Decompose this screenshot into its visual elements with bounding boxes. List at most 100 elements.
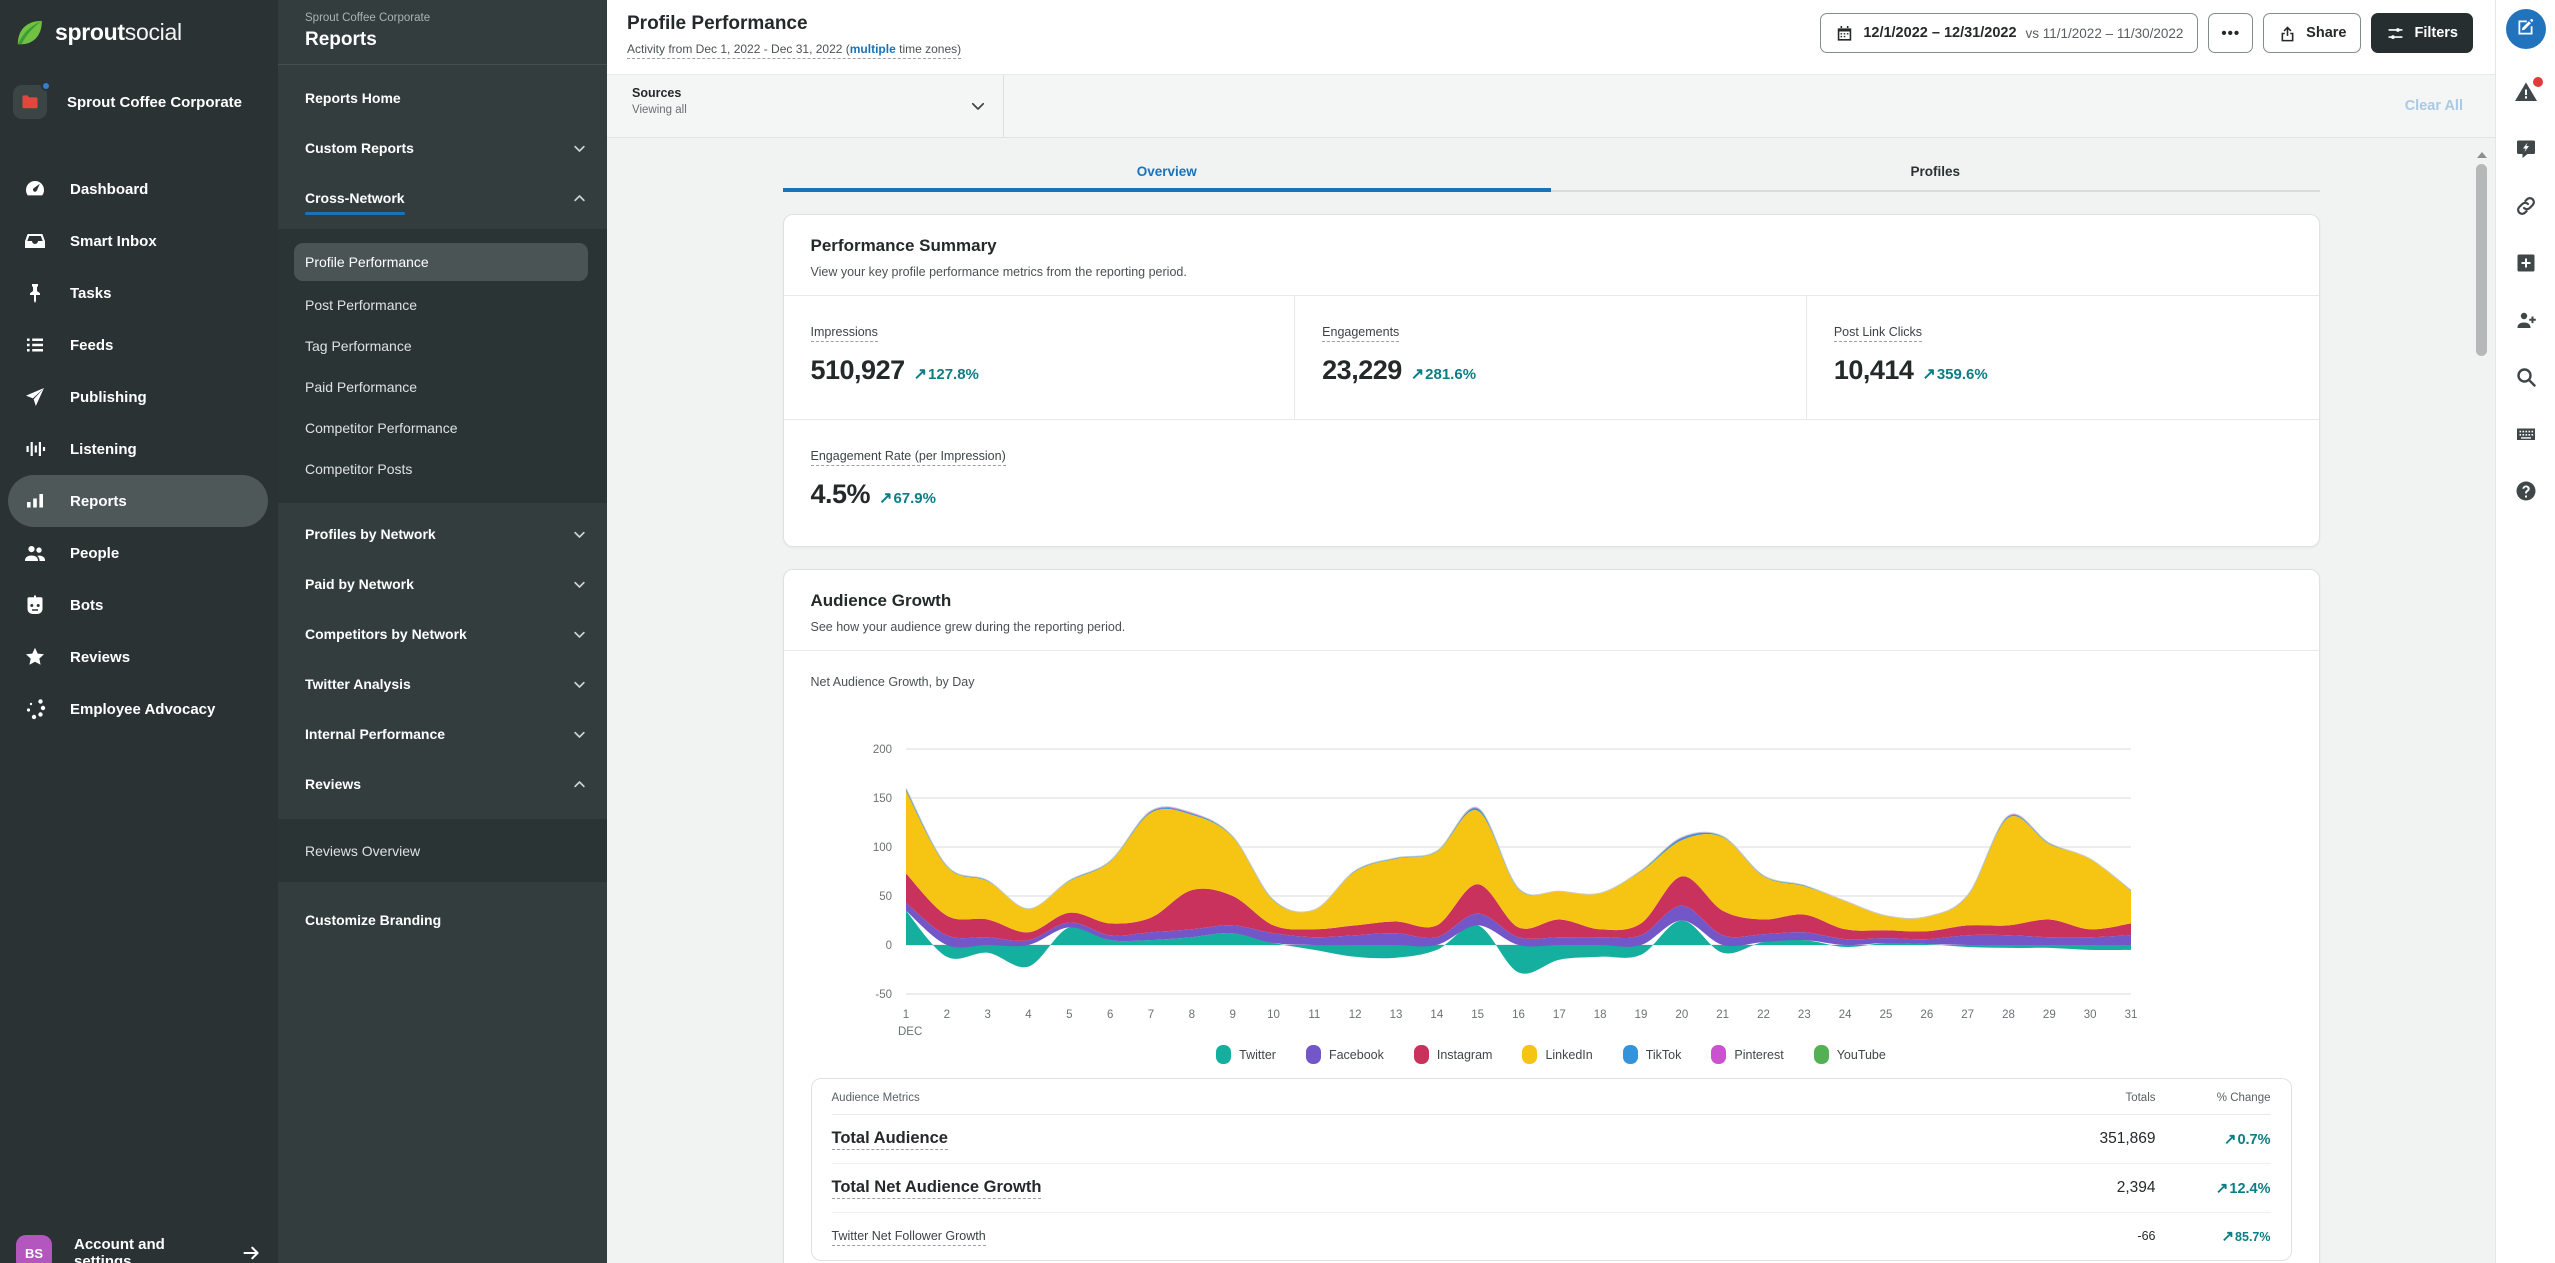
legend-item-tiktok[interactable]: TikTok xyxy=(1623,1045,1682,1064)
legend-label: Facebook xyxy=(1329,1048,1384,1062)
scrollbar-thumb[interactable] xyxy=(2476,164,2487,356)
reports-nav-item-competitor-performance[interactable]: Competitor Performance xyxy=(278,407,607,448)
metric-change-value: 127.8% xyxy=(928,366,979,383)
svg-text:29: 29 xyxy=(2042,1009,2055,1021)
reports-sidebar-header: Sprout Coffee Corporate Reports xyxy=(278,0,607,65)
reports-nav-item-cross-network[interactable]: Cross-Network xyxy=(278,173,607,223)
help-button[interactable] xyxy=(2506,472,2546,512)
row-label[interactable]: Total Net Audience Growth xyxy=(832,1178,1042,1199)
keyboard-shortcuts-button[interactable] xyxy=(2506,415,2546,455)
sidebar-item-bots[interactable]: Bots xyxy=(8,579,268,631)
svg-text:100: 100 xyxy=(872,842,891,854)
row-label[interactable]: Twitter Net Follower Growth xyxy=(832,1229,986,1246)
trend-up-arrow-icon: ↗ xyxy=(914,366,927,383)
sidebar-item-reports[interactable]: Reports xyxy=(8,475,268,527)
multiple-timezones-link[interactable]: multiple xyxy=(850,42,896,56)
legend-item-twitter[interactable]: Twitter xyxy=(1216,1045,1276,1064)
svg-text:10: 10 xyxy=(1267,1009,1280,1021)
legend-item-pinterest[interactable]: Pinterest xyxy=(1711,1045,1783,1064)
metric-label[interactable]: Engagement Rate (per Impression) xyxy=(811,449,1006,466)
sources-filter[interactable]: Sources Viewing all xyxy=(607,75,1004,137)
reports-nav-item-custom-reports[interactable]: Custom Reports xyxy=(278,123,607,173)
row-change-value: 0.7% xyxy=(2237,1132,2270,1148)
account-switcher[interactable]: Sprout Coffee Corporate xyxy=(0,85,278,119)
more-options-button[interactable]: ••• xyxy=(2208,13,2253,53)
sidebar-item-label: Smart Inbox xyxy=(70,233,157,250)
reports-nav-section: Customize Branding xyxy=(278,882,607,1263)
sidebar-item-people[interactable]: People xyxy=(8,527,268,579)
reports-nav-item-competitors-by-network[interactable]: Competitors by Network xyxy=(278,609,607,659)
reports-nav-item-twitter-analysis[interactable]: Twitter Analysis xyxy=(278,659,607,709)
legend-swatch xyxy=(1711,1045,1726,1064)
reports-nav-item-reviews-overview[interactable]: Reviews Overview xyxy=(278,830,607,871)
sidebar-item-feeds[interactable]: Feeds xyxy=(8,319,268,371)
reports-nav-label: Competitors by Network xyxy=(305,626,467,642)
reports-nav-item-post-performance[interactable]: Post Performance xyxy=(278,284,607,325)
sidebar-item-employee-advocacy[interactable]: Employee Advocacy xyxy=(8,683,268,735)
chevron-up xyxy=(572,777,587,792)
metric-label[interactable]: Engagements xyxy=(1322,325,1399,342)
sidebar-item-smart-inbox[interactable]: Smart Inbox xyxy=(8,215,268,267)
metric-engagement-rate-per-impression: Engagement Rate (per Impression)4.5%↗67.… xyxy=(811,447,2292,510)
reports-nav-item-competitor-posts[interactable]: Competitor Posts xyxy=(278,448,607,489)
svg-text:20: 20 xyxy=(1675,1009,1688,1021)
legend-item-facebook[interactable]: Facebook xyxy=(1306,1045,1384,1064)
report-container: OverviewProfiles Performance Summary Vie… xyxy=(783,138,2320,1263)
invite-teammate-button[interactable] xyxy=(2506,301,2546,341)
reports-nav-item-reviews[interactable]: Reviews xyxy=(278,759,607,809)
arrow-right-icon xyxy=(241,1242,262,1263)
reports-nav-label: Paid by Network xyxy=(305,576,414,592)
reports-nav-item-paid-performance[interactable]: Paid Performance xyxy=(278,366,607,407)
reports-nav-item-tag-performance[interactable]: Tag Performance xyxy=(278,325,607,366)
sidebar-item-tasks[interactable]: Tasks xyxy=(8,267,268,319)
sidebar-item-publishing[interactable]: Publishing xyxy=(8,371,268,423)
metric-value-line: 510,927↗127.8% xyxy=(811,355,1268,386)
account-settings[interactable]: BS Account and settings xyxy=(0,1225,278,1263)
alerts-button[interactable] xyxy=(2506,73,2546,113)
reports-nav-item-paid-by-network[interactable]: Paid by Network xyxy=(278,559,607,609)
metric-value-line: 10,414↗359.6% xyxy=(1834,355,2292,386)
compose-button[interactable] xyxy=(2506,9,2546,49)
metric-label[interactable]: Post Link Clicks xyxy=(1834,325,1922,342)
svg-text:2: 2 xyxy=(943,1009,949,1021)
avatar: BS xyxy=(16,1235,52,1263)
legend-swatch xyxy=(1216,1045,1231,1064)
legend-item-linkedin[interactable]: LinkedIn xyxy=(1522,1045,1592,1064)
sidebar-item-listening[interactable]: Listening xyxy=(8,423,268,475)
legend-item-instagram[interactable]: Instagram xyxy=(1414,1045,1493,1064)
date-range-button[interactable]: 12/1/2022 – 12/31/2022 vs 11/1/2022 – 11… xyxy=(1820,13,2198,53)
svg-text:5: 5 xyxy=(1066,1009,1072,1021)
row-label[interactable]: Total Audience xyxy=(832,1129,948,1150)
reports-nav-item-customize-branding[interactable]: Customize Branding xyxy=(278,895,607,945)
reports-nav-item-reports-home[interactable]: Reports Home xyxy=(278,73,607,123)
connect-profile-button[interactable] xyxy=(2506,187,2546,227)
legend-item-youtube[interactable]: YouTube xyxy=(1814,1045,1886,1064)
audience-growth-description: See how your audience grew during the re… xyxy=(811,620,2292,634)
sidebar-item-reviews[interactable]: Reviews xyxy=(8,631,268,683)
row-change: ↗0.7% xyxy=(2156,1130,2271,1148)
activity-range[interactable]: Activity from Dec 1, 2022 - Dec 31, 2022… xyxy=(627,42,961,59)
share-button[interactable]: Share xyxy=(2263,13,2361,53)
reports-nav-item-profiles-by-network[interactable]: Profiles by Network xyxy=(278,509,607,559)
sidebar-item-dashboard[interactable]: Dashboard xyxy=(8,163,268,215)
primary-sidebar: sproutsocial Sprout Coffee Corporate Das… xyxy=(0,0,278,1263)
filters-button[interactable]: Filters xyxy=(2371,13,2473,53)
reports-nav-item-profile-performance[interactable]: Profile Performance xyxy=(294,243,588,281)
clear-all-button[interactable]: Clear All xyxy=(2405,98,2495,114)
reports-nav-item-internal-performance[interactable]: Internal Performance xyxy=(278,709,607,759)
scroll-up-arrow[interactable] xyxy=(2477,152,2487,158)
scrollbar xyxy=(2474,150,2489,1263)
pin-icon xyxy=(23,281,47,305)
tab-overview[interactable]: Overview xyxy=(783,154,1552,192)
messages-button[interactable] xyxy=(2506,130,2546,170)
legend-label: TikTok xyxy=(1646,1048,1682,1062)
inbox-icon xyxy=(23,229,47,253)
tab-profiles[interactable]: Profiles xyxy=(1551,154,2320,192)
metric-change: ↗281.6% xyxy=(1411,364,1476,384)
svg-text:4: 4 xyxy=(1025,1009,1032,1021)
create-new-button[interactable] xyxy=(2506,244,2546,284)
search-button[interactable] xyxy=(2506,358,2546,398)
metric-engagements: Engagements23,229↗281.6% xyxy=(1295,296,1807,419)
svg-text:16: 16 xyxy=(1512,1009,1525,1021)
metric-label[interactable]: Impressions xyxy=(811,325,878,342)
